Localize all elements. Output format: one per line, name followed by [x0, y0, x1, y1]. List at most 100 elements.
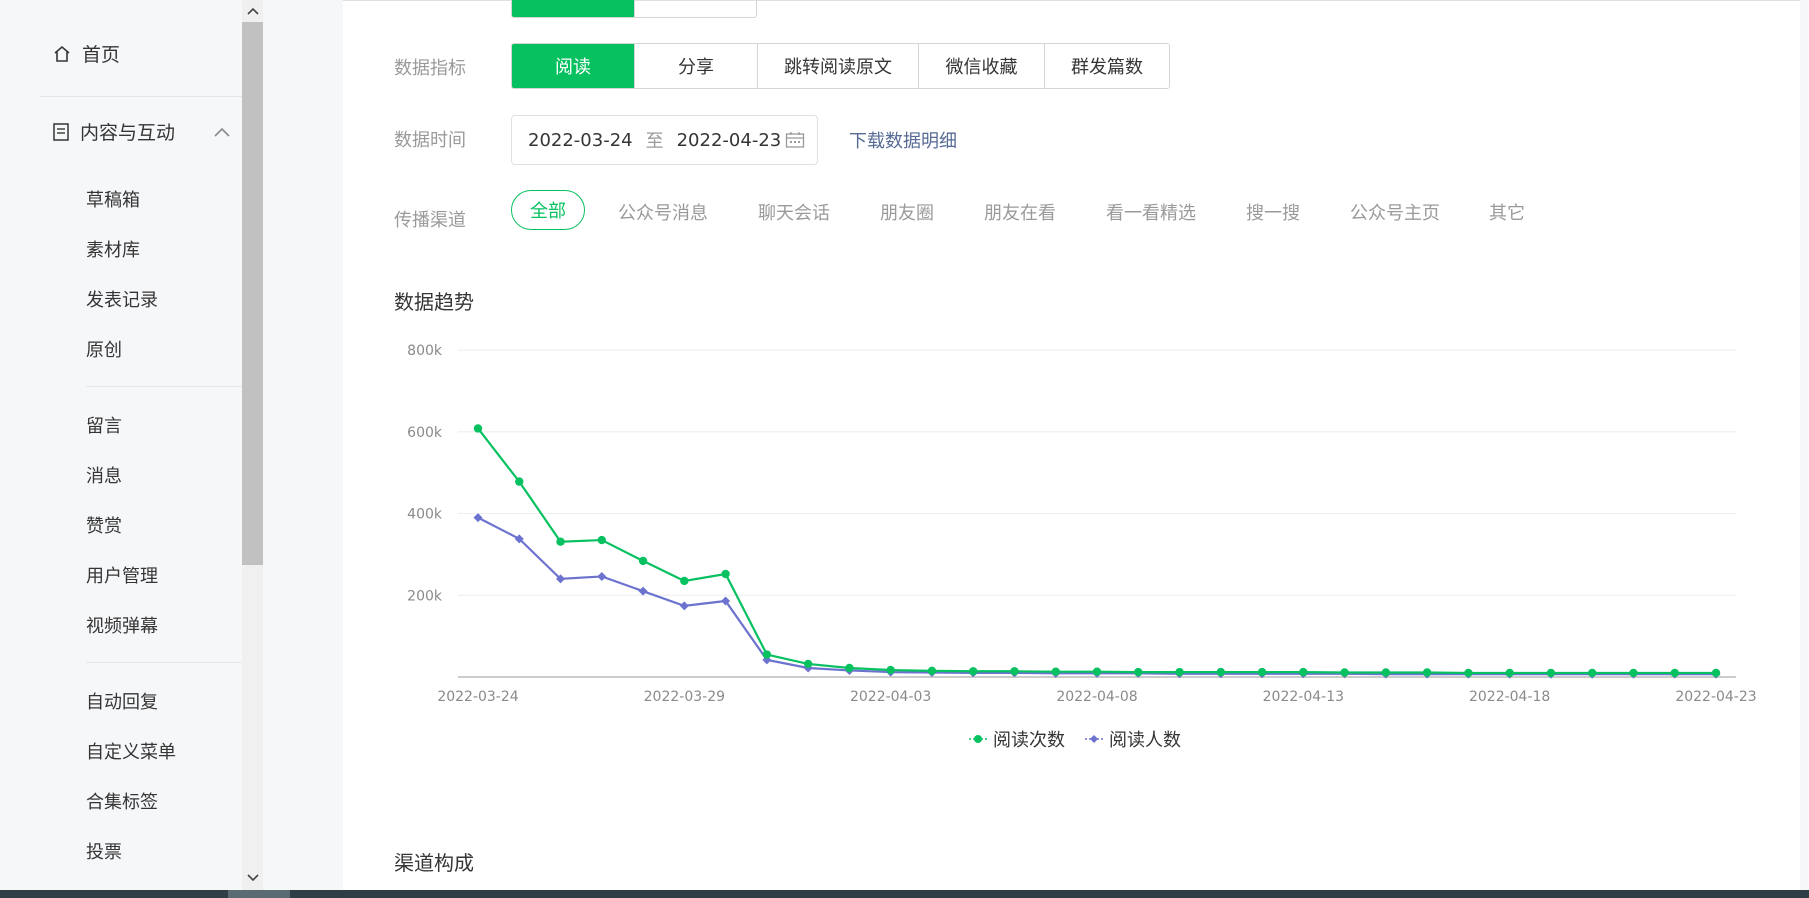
data-point[interactable] — [473, 424, 483, 433]
data-point[interactable] — [1670, 668, 1679, 678]
data-point[interactable] — [638, 586, 648, 596]
calendar-icon — [785, 132, 805, 148]
data-point[interactable] — [556, 537, 565, 546]
data-point[interactable] — [1175, 667, 1184, 677]
data-point[interactable] — [473, 513, 483, 523]
channel-option-friends-wow[interactable]: 朋友在看 — [984, 199, 1056, 225]
metric-option-read[interactable]: 阅读 — [512, 44, 634, 88]
data-point[interactable] — [1134, 667, 1143, 677]
sidebar-item-vote[interactable]: 投票 — [86, 838, 122, 864]
channel-option-top-stories[interactable]: 看一看精选 — [1106, 199, 1196, 225]
sidebar-item-drafts[interactable]: 草稿箱 — [86, 186, 140, 212]
sidebar-scrollbar[interactable] — [242, 0, 263, 890]
data-point[interactable] — [515, 477, 524, 486]
date-range-picker[interactable]: 2022-03-24 至 2022-04-23 — [511, 115, 818, 165]
divider — [86, 386, 242, 387]
sidebar-item-messages[interactable]: 消息 — [86, 462, 122, 488]
data-point[interactable] — [1546, 668, 1556, 678]
channel-label: 传播渠道 — [394, 210, 466, 231]
data-point[interactable] — [1092, 667, 1102, 676]
sidebar-group-content[interactable]: 内容与互动 — [52, 118, 237, 145]
top-segment-option[interactable] — [634, 0, 756, 17]
data-point[interactable] — [680, 576, 689, 586]
divider — [40, 96, 242, 97]
sidebar-item-home[interactable]: 首页 — [52, 40, 120, 67]
metric-option-share[interactable]: 分享 — [634, 44, 757, 88]
y-tick-label: 200k — [407, 588, 443, 604]
data-point[interactable] — [1299, 667, 1308, 677]
metric-option-mass-send[interactable]: 群发篇数 — [1044, 44, 1169, 88]
download-data-link[interactable]: 下载数据明细 — [849, 127, 957, 153]
data-point[interactable] — [1629, 668, 1638, 678]
trend-title: 数据趋势 — [394, 290, 474, 314]
bottom-bar-segment — [228, 890, 290, 898]
time-label: 数据时间 — [394, 130, 466, 151]
channel-option-all[interactable]: 全部 — [511, 190, 585, 230]
sidebar-item-custom-menu[interactable]: 自定义菜单 — [86, 738, 176, 764]
data-point[interactable] — [1422, 668, 1432, 677]
x-tick-label: 2022-04-23 — [1675, 689, 1756, 705]
data-point[interactable] — [803, 659, 813, 669]
divider — [86, 662, 242, 663]
main-content: 数据指标 阅读 分享 跳转阅读原文 微信收藏 群发篇数 数据时间 2022-03… — [343, 0, 1800, 890]
x-tick-label: 2022-04-18 — [1469, 689, 1550, 705]
legend-label: 阅读次数 — [993, 730, 1065, 751]
channel-option-official-msg[interactable]: 公众号消息 — [618, 199, 708, 225]
date-start: 2022-03-24 — [528, 129, 633, 151]
chevron-up-icon[interactable] — [213, 126, 231, 138]
data-point[interactable] — [1588, 668, 1597, 678]
scrollbar-thumb[interactable] — [242, 22, 263, 565]
channel-option-other[interactable]: 其它 — [1489, 199, 1525, 225]
series-line — [477, 516, 1716, 676]
data-point[interactable] — [721, 569, 730, 579]
sidebar-item-comments[interactable]: 留言 — [86, 412, 122, 438]
metric-label: 数据指标 — [394, 58, 466, 79]
sidebar-item-label: 首页 — [82, 44, 121, 66]
data-point[interactable] — [1464, 668, 1473, 678]
data-point[interactable] — [1381, 668, 1391, 677]
sidebar-item-danmaku[interactable]: 视频弹幕 — [86, 612, 158, 638]
y-tick-label: 800k — [407, 343, 443, 359]
sidebar-item-original[interactable]: 原创 — [86, 336, 122, 362]
metric-option-read-original[interactable]: 跳转阅读原文 — [757, 44, 918, 88]
metric-option-wechat-fav[interactable]: 微信收藏 — [918, 44, 1044, 88]
data-point[interactable] — [969, 667, 978, 676]
data-point[interactable] — [1051, 667, 1060, 676]
data-point[interactable] — [597, 571, 607, 581]
data-point[interactable] — [1257, 667, 1267, 677]
scroll-up-icon[interactable] — [242, 1, 263, 21]
data-point[interactable] — [927, 666, 937, 676]
sidebar-item-publish-records[interactable]: 发表记录 — [86, 286, 158, 312]
legend-item-readers[interactable]: 阅读人数 — [1085, 726, 1181, 752]
sidebar: 首页 内容与互动 草稿箱 素材库 发表记录 原创 留言 消息 赞赏 用户管理 视… — [0, 0, 263, 890]
data-point[interactable] — [1505, 668, 1514, 678]
sidebar-item-rewards[interactable]: 赞赏 — [86, 512, 122, 538]
bottom-bar — [0, 890, 1809, 898]
x-tick-label: 2022-03-24 — [437, 689, 518, 705]
channel-option-chat[interactable]: 聊天会话 — [758, 199, 830, 225]
data-point[interactable] — [679, 601, 689, 611]
top-segment-option[interactable] — [512, 0, 634, 17]
trend-chart: 800k 600k 400k 200k 2022-03-24 2022-03-29 2022… — [407, 343, 1757, 705]
data-point[interactable] — [1711, 668, 1721, 678]
home-icon — [54, 45, 70, 62]
data-point[interactable] — [1340, 668, 1349, 677]
legend-item-reads[interactable]: 阅读次数 — [969, 726, 1065, 752]
data-point[interactable] — [1010, 667, 1019, 676]
data-point[interactable] — [597, 535, 606, 545]
sidebar-item-auto-reply[interactable]: 自动回复 — [86, 688, 158, 714]
scroll-down-icon[interactable] — [242, 868, 263, 888]
data-point[interactable] — [762, 650, 772, 659]
sidebar-item-materials[interactable]: 素材库 — [86, 236, 140, 262]
channel-option-search[interactable]: 搜一搜 — [1246, 199, 1300, 225]
data-point[interactable] — [1216, 667, 1225, 677]
data-point[interactable] — [638, 556, 648, 566]
sidebar-group-label: 内容与互动 — [80, 122, 176, 144]
sidebar-item-collection-tags[interactable]: 合集标签 — [86, 788, 158, 814]
sidebar-item-users[interactable]: 用户管理 — [86, 562, 158, 588]
sidebar-nav: 首页 内容与互动 草稿箱 素材库 发表记录 原创 留言 消息 赞赏 用户管理 视… — [0, 0, 242, 890]
data-point[interactable] — [886, 665, 895, 675]
data-point[interactable] — [845, 663, 854, 673]
channel-option-moments[interactable]: 朋友圈 — [880, 199, 934, 225]
channel-option-profile[interactable]: 公众号主页 — [1350, 199, 1440, 225]
